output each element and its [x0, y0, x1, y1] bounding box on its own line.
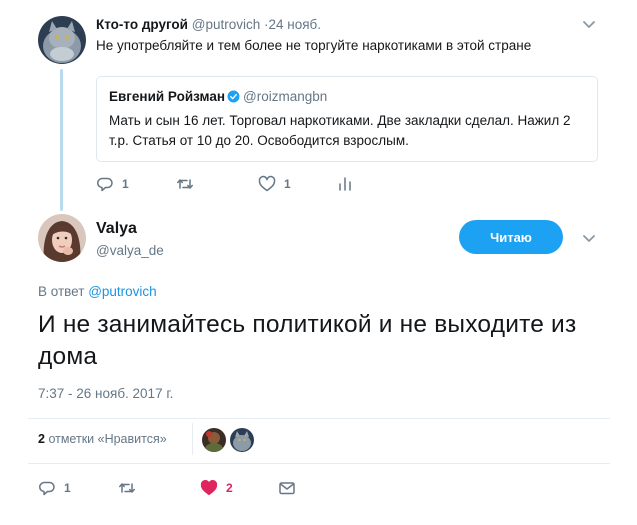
tweet-timestamp[interactable]: 7:37 - 26 нояб. 2017 г. — [38, 385, 173, 403]
heart-icon — [258, 175, 276, 192]
chevron-down-icon[interactable] — [580, 232, 598, 246]
main-author-name[interactable]: Valya — [96, 219, 137, 239]
direct-message-button[interactable] — [278, 476, 296, 500]
chevron-down-icon[interactable] — [580, 18, 598, 32]
retweet-icon — [177, 179, 193, 189]
like-button[interactable]: 2 — [200, 476, 233, 500]
reply-prefix: В ответ — [38, 284, 85, 299]
parent-author-handle[interactable]: @putrovich — [192, 17, 260, 32]
parent-like-button[interactable]: 1 — [258, 172, 291, 196]
quoted-author-handle: @roizmangbn — [243, 89, 328, 104]
main-tweet-actions: 1 2 — [38, 476, 338, 500]
parent-analytics-button[interactable] — [336, 172, 354, 196]
reply-icon — [97, 177, 113, 192]
thread-connector-line — [60, 69, 63, 211]
envelope-icon — [279, 482, 295, 495]
quoted-author-name: Евгений Ройзман — [109, 89, 225, 104]
parent-tweet-avatar[interactable] — [38, 16, 86, 64]
likes-stat-label: отметки «Нравится» — [48, 432, 167, 446]
divider — [28, 463, 610, 464]
quoted-tweet-header: Евгений Ройзман @roizmangbn — [109, 88, 327, 106]
analytics-icon — [339, 177, 351, 191]
likes-stat-link[interactable]: 2 отметки «Нравится» — [38, 431, 167, 447]
parent-reply-count: 1 — [122, 177, 129, 191]
parent-tweet-date[interactable]: ·24 нояб. — [264, 17, 321, 32]
main-author-handle[interactable]: @valya_de — [96, 242, 164, 260]
retweet-icon — [119, 483, 135, 493]
stat-divider — [192, 423, 193, 455]
verified-badge-icon — [227, 90, 240, 103]
like-count: 2 — [226, 481, 233, 495]
parent-tweet-actions: 1 1 — [96, 172, 456, 196]
parent-tweet-text: Не употребляйте и тем более не торгуйте … — [96, 38, 532, 53]
liker-avatar[interactable] — [230, 428, 254, 452]
reply-context: В ответ @putrovich — [38, 283, 157, 301]
retweet-button[interactable] — [118, 476, 144, 500]
parent-tweet-header: Кто-то другой @putrovich ·24 нояб. — [96, 16, 321, 34]
reply-button[interactable]: 1 — [38, 476, 71, 500]
parent-author-name[interactable]: Кто-то другой — [96, 17, 188, 32]
liker-avatar[interactable] — [202, 428, 226, 452]
parent-like-count: 1 — [284, 177, 291, 191]
quoted-tweet-card[interactable]: Евгений Ройзман @roizmangbn Мать и сын 16… — [96, 76, 598, 162]
parent-reply-button[interactable]: 1 — [96, 172, 129, 196]
reply-icon — [39, 481, 55, 496]
heart-icon — [200, 480, 218, 496]
quoted-tweet-text: Мать и сын 16 лет. Торговал наркотиками.… — [109, 113, 571, 148]
main-tweet-avatar[interactable] — [38, 214, 86, 262]
main-tweet-text: И не занимайтесь политикой и не выходите… — [38, 311, 577, 370]
likes-stat-count: 2 — [38, 432, 45, 446]
reply-to-handle-link[interactable]: @putrovich — [88, 284, 156, 299]
divider — [28, 418, 610, 419]
following-button[interactable]: Читаю — [459, 220, 563, 254]
parent-retweet-button[interactable] — [176, 172, 202, 196]
reply-count: 1 — [64, 481, 71, 495]
